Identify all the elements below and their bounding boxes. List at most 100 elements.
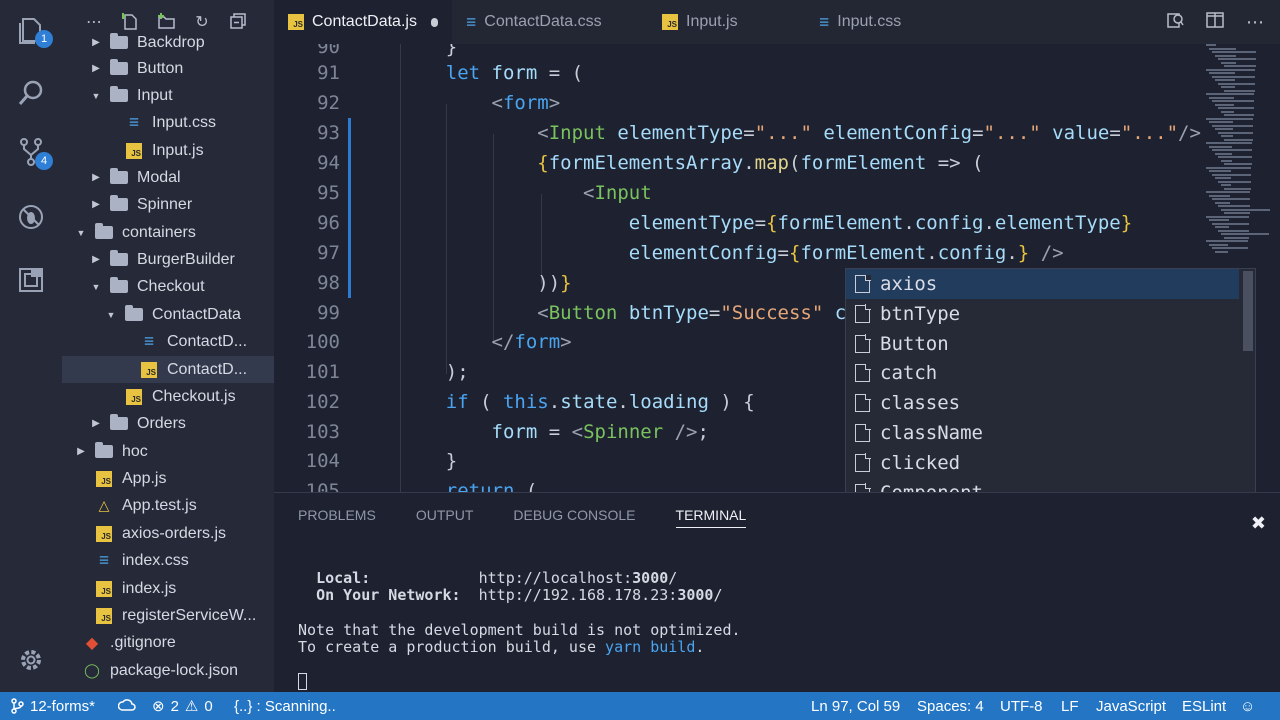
tree-item[interactable]: △ App.test.js xyxy=(62,492,274,519)
tree-item[interactable]: ◆ .gitignore xyxy=(62,629,274,656)
tab-input-css[interactable]: ≡ Input.css xyxy=(805,0,975,44)
tree-item[interactable]: JS ContactD... xyxy=(62,356,274,383)
cursor-position[interactable]: Ln 97, Col 59 xyxy=(811,692,900,720)
panel-tab-terminal[interactable]: TERMINAL xyxy=(675,507,747,528)
tree-item[interactable]: ≡ ContactD... xyxy=(62,328,274,355)
minimap[interactable] xyxy=(1202,44,1272,264)
encoding-status[interactable]: UTF-8 xyxy=(1000,692,1043,720)
code-token: => ( xyxy=(926,152,984,174)
tree-item[interactable]: JS index.js xyxy=(62,575,274,602)
open-changes-icon[interactable] xyxy=(1166,11,1184,34)
folder-icon xyxy=(109,168,129,187)
code-token: form xyxy=(491,62,538,84)
search-icon[interactable] xyxy=(13,75,49,111)
suggestion-item[interactable]: className xyxy=(846,418,1239,448)
tree-item[interactable]: ▶ hoc xyxy=(62,438,274,465)
minimap-line xyxy=(1218,82,1255,85)
minimap-line xyxy=(1215,250,1228,253)
tree-item[interactable]: ▶ Orders xyxy=(62,410,274,437)
panel-tabs: PROBLEMS OUTPUT DEBUG CONSOLE TERMINAL xyxy=(298,493,747,537)
tree-item[interactable]: ▶ Backdrop xyxy=(62,29,274,56)
smiley-icon[interactable]: ☺ xyxy=(1240,692,1255,720)
tree-item[interactable]: ▶ Modal xyxy=(62,164,274,191)
minimap-line xyxy=(1209,170,1231,172)
split-editor-icon[interactable] xyxy=(1206,11,1224,33)
minimap-line xyxy=(1209,96,1234,99)
code-token: . xyxy=(926,242,938,264)
more-actions-icon[interactable]: ⋯ xyxy=(84,11,104,31)
tree-item[interactable]: JS Checkout.js xyxy=(62,383,274,410)
css-file-icon: ≡ xyxy=(466,11,477,32)
code-token: elementConfig xyxy=(823,122,973,144)
tree-item[interactable]: ▶ BurgerBuilder xyxy=(62,246,274,273)
collapse-all-icon[interactable] xyxy=(228,11,248,31)
tree-item[interactable]: JS App.js xyxy=(62,465,274,492)
line-number: 105 xyxy=(305,480,340,492)
unsaved-dot-icon[interactable] xyxy=(430,17,438,27)
tree-item[interactable]: JS registerServiceW... xyxy=(62,602,274,629)
sync-icon[interactable] xyxy=(118,692,136,720)
minimap-line xyxy=(1224,138,1253,141)
panel-tab-problems[interactable]: PROBLEMS xyxy=(298,507,376,523)
tree-item[interactable]: ▶ Button xyxy=(62,55,274,82)
tree-item[interactable]: ▶ Spinner xyxy=(62,191,274,218)
minimap-line xyxy=(1206,44,1216,46)
tree-item[interactable]: ▼ ContactData xyxy=(62,301,274,328)
suggestion-label: axios xyxy=(880,273,938,295)
tree-item[interactable]: ◯ package-lock.json xyxy=(62,657,274,684)
gear-icon[interactable] xyxy=(13,642,49,678)
suggestion-scrollbar[interactable] xyxy=(1243,271,1253,351)
code-token: { xyxy=(788,242,801,264)
source-control-icon[interactable]: 4 xyxy=(13,134,53,170)
tree-item[interactable]: ≡ Input.css xyxy=(62,109,274,136)
suggestion-item[interactable]: btnType xyxy=(846,299,1239,329)
tree-item-label: hoc xyxy=(122,442,148,460)
explorer-icon[interactable]: 1 xyxy=(13,12,53,48)
eslint-status[interactable]: ESLint xyxy=(1182,692,1226,720)
tab-contactdata-js[interactable]: JS ContactData.js xyxy=(274,0,452,44)
language-mode[interactable]: JavaScript xyxy=(1096,692,1166,720)
panel-tab-output[interactable]: OUTPUT xyxy=(416,507,474,523)
tab-contactdata-css[interactable]: ≡ ContactData.css xyxy=(452,0,648,44)
code-text: ))} xyxy=(400,268,571,298)
debug-icon[interactable] xyxy=(13,199,49,235)
eol-status[interactable]: LF xyxy=(1061,692,1079,720)
tree-item[interactable]: ▼ Checkout xyxy=(62,273,274,300)
tree-item[interactable]: JS axios-orders.js xyxy=(62,520,274,547)
indentation-status[interactable]: Spaces: 4 xyxy=(917,692,984,720)
more-actions-icon[interactable]: ⋯ xyxy=(1246,12,1264,33)
close-panel-icon[interactable]: ✖ xyxy=(1251,513,1266,534)
line-number: 93 xyxy=(317,122,340,144)
tab-input-js[interactable]: JS Input.js xyxy=(648,0,805,44)
code-token: "..." xyxy=(754,122,812,144)
new-folder-icon[interactable] xyxy=(156,11,176,31)
suggestion-item[interactable]: classes xyxy=(846,388,1239,418)
suggestion-item[interactable]: catch xyxy=(846,358,1239,388)
minimap-line xyxy=(1212,247,1248,249)
minimap-line xyxy=(1215,177,1231,179)
chevron-right-icon: ▶ xyxy=(92,37,100,48)
tree-item[interactable]: ▼ Input xyxy=(62,82,274,109)
branch-status[interactable]: 12-forms* xyxy=(10,692,95,720)
minimap-line xyxy=(1206,142,1252,144)
new-file-icon[interactable] xyxy=(120,11,140,31)
refresh-icon[interactable]: ↻ xyxy=(192,11,212,31)
code-token: . xyxy=(617,391,629,413)
tree-item[interactable]: JS Input.js xyxy=(62,137,274,164)
problems-status[interactable]: ⊗ 2 ⚠ 0 xyxy=(152,692,213,720)
scanning-status[interactable]: {..} : Scanning.. xyxy=(234,692,336,720)
suggestion-item[interactable]: axios xyxy=(846,269,1239,299)
test-file-icon: △ xyxy=(98,497,110,513)
build-prefix: To create a production build, use xyxy=(298,638,606,656)
minimap-line xyxy=(1221,159,1232,162)
extensions-icon[interactable] xyxy=(13,262,49,298)
suggestion-item[interactable]: Button xyxy=(846,329,1239,359)
tree-item[interactable]: ▼ containers xyxy=(62,219,274,246)
tree-item[interactable]: ≡ index.css xyxy=(62,547,274,574)
suggestion-item[interactable]: clicked xyxy=(846,448,1239,478)
panel-tab-debug-console[interactable]: DEBUG CONSOLE xyxy=(513,507,635,523)
code-text: ); xyxy=(400,357,469,387)
